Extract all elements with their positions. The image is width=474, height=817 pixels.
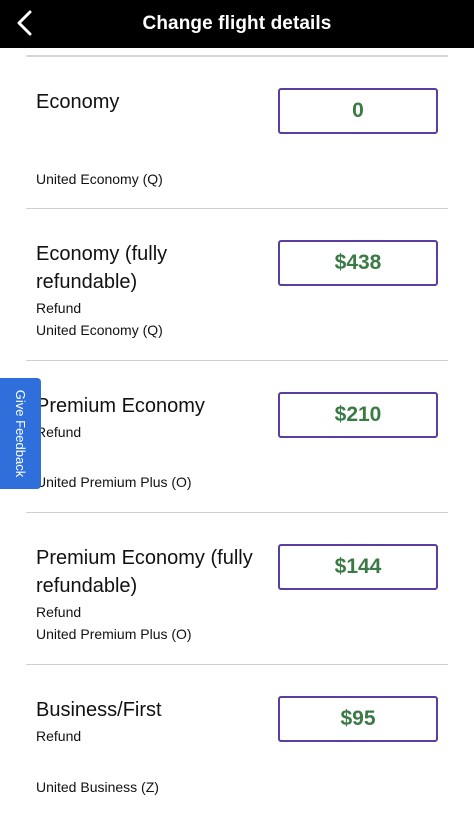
fare-refund-label: Refund [36, 728, 82, 744]
back-button[interactable] [8, 6, 42, 40]
fare-cabin: United Premium Plus (O) [36, 626, 192, 642]
fare-refund-label: Refund [36, 604, 82, 620]
fare-cabin: United Premium Plus (O) [36, 474, 192, 490]
fare-cabin: United Economy (Q) [36, 322, 163, 338]
fare-option-economy-refundable: Economy (fully refundable) $438 Refund U… [0, 209, 474, 361]
fare-name: Premium Economy (fully refundable) [36, 547, 253, 597]
fare-name: Economy [36, 91, 120, 113]
fare-option-economy: Economy 0 United Economy (Q) [0, 57, 474, 209]
fare-name: Business/First [36, 699, 162, 721]
fare-option-business-first: Business/First $95 Refund United Busines… [0, 665, 474, 817]
fare-refund-label: Refund [36, 300, 82, 316]
fare-price-button[interactable]: $438 [278, 240, 438, 286]
fare-price-button[interactable]: $95 [278, 696, 438, 742]
app-header: Change flight details [0, 0, 474, 48]
fare-name: Economy (fully refundable) [36, 243, 168, 293]
fare-cabin: United Economy (Q) [36, 171, 163, 187]
fare-price-button[interactable]: $144 [278, 544, 438, 590]
fare-cabin: United Business (Z) [36, 779, 159, 795]
chevron-left-icon [17, 10, 32, 36]
fare-option-premium-economy-refundable: Premium Economy (fully refundable) $144 … [0, 513, 474, 665]
page-title: Change flight details [142, 13, 332, 34]
fare-option-premium-economy: Premium Economy $210 Refund United Premi… [0, 361, 474, 513]
give-feedback-tab[interactable]: Give Feedback [0, 378, 41, 489]
give-feedback-label: Give Feedback [13, 389, 28, 478]
fare-price-button[interactable]: 0 [278, 88, 438, 134]
fare-name: Premium Economy [36, 395, 205, 417]
fare-refund-label: Refund [36, 424, 82, 440]
fare-price-button[interactable]: $210 [278, 392, 438, 438]
